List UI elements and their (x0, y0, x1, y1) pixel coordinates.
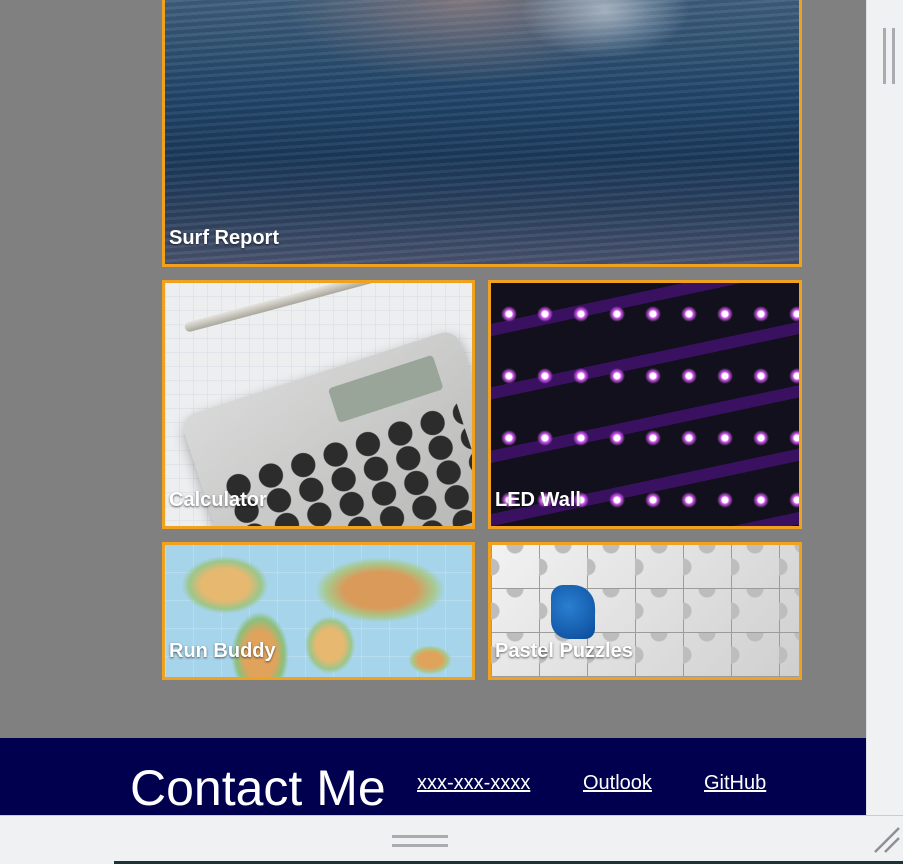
vertical-scrollbar[interactable] (866, 0, 903, 815)
project-card-pastel-puzzles[interactable]: Pastel Puzzles (488, 542, 802, 680)
project-title: LED Wall (495, 489, 581, 511)
contact-footer: Contact Me xxx-xxx-xxxx Outlook GitHub (0, 738, 866, 815)
bottom-panel-splitter[interactable] (0, 815, 903, 864)
project-card-led-wall[interactable]: LED Wall (488, 280, 802, 529)
resize-handle-icon[interactable] (873, 826, 901, 854)
outlook-link[interactable]: Outlook (583, 772, 652, 795)
splitter-grip-icon[interactable] (392, 835, 448, 847)
phone-link[interactable]: xxx-xxx-xxxx (417, 772, 530, 795)
puzzle-piece-illustration (551, 585, 595, 639)
scrollbar-grip-icon[interactable] (883, 28, 895, 84)
pen-illustration (183, 283, 472, 333)
project-card-run-buddy[interactable]: Run Buddy (162, 542, 475, 680)
project-card-calculator[interactable]: Calculator (162, 280, 475, 529)
project-title: Pastel Puzzles (495, 640, 633, 662)
project-title: Calculator (169, 489, 267, 511)
contact-heading: Contact Me (130, 760, 386, 815)
project-title: Surf Report (169, 227, 279, 249)
project-title: Run Buddy (169, 640, 276, 662)
page-viewport: Surf Report Calculator LED Wall Run Budd… (0, 0, 866, 815)
wave-image (165, 0, 799, 264)
github-link[interactable]: GitHub (704, 772, 766, 795)
project-card-surf-report[interactable]: Surf Report (162, 0, 802, 267)
